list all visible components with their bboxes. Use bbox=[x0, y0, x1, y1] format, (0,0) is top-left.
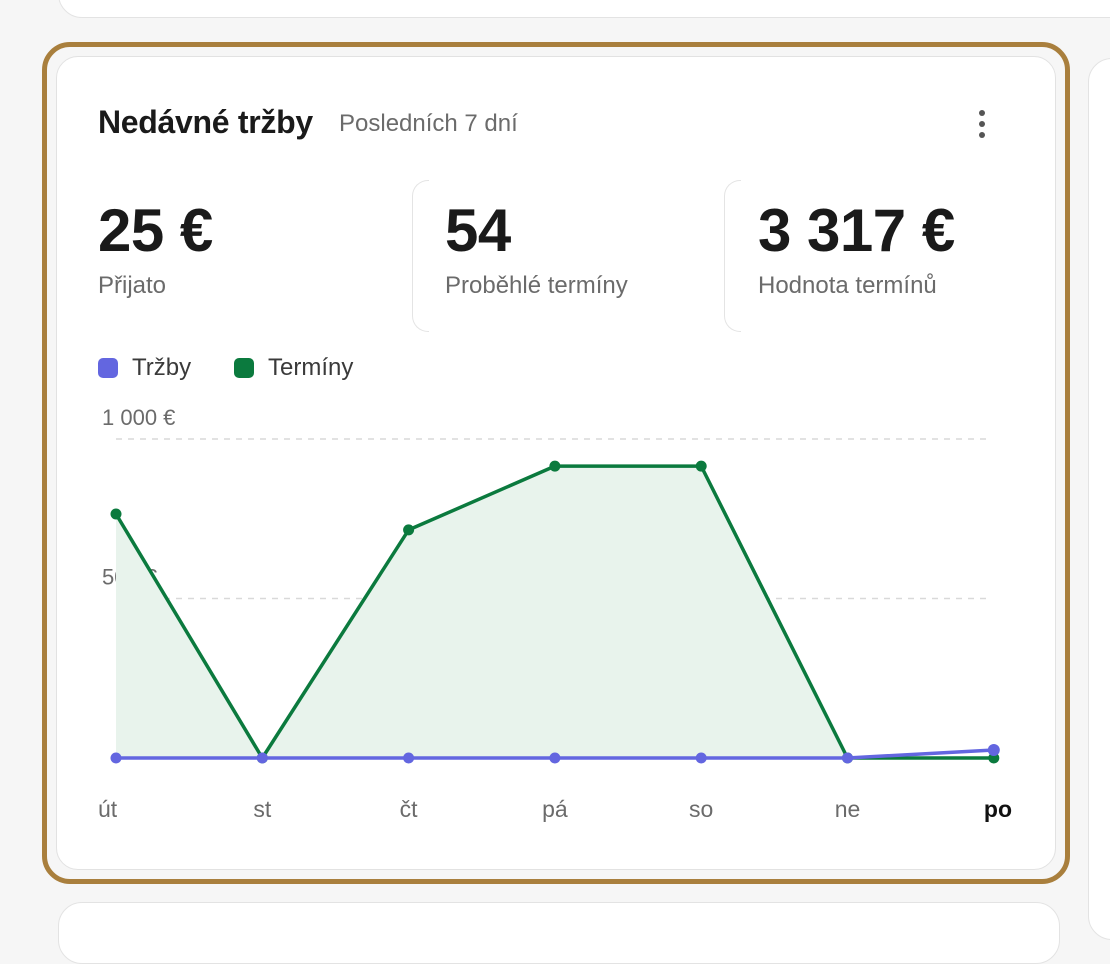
data-point bbox=[842, 752, 853, 764]
x-tick-label: út bbox=[98, 796, 118, 822]
data-point bbox=[110, 752, 122, 764]
data-point bbox=[549, 752, 561, 764]
data-point bbox=[256, 752, 268, 764]
data-point bbox=[695, 752, 707, 764]
x-tick-label: st bbox=[253, 796, 272, 822]
series-area-termíny bbox=[116, 466, 994, 758]
x-tick-label: po bbox=[984, 796, 1012, 822]
x-tick-label: so bbox=[689, 796, 713, 822]
data-point bbox=[403, 524, 415, 536]
x-tick-label: pá bbox=[542, 796, 568, 822]
data-point bbox=[110, 508, 122, 520]
x-tick-label: ne bbox=[835, 796, 861, 822]
data-point bbox=[403, 752, 415, 764]
data-point bbox=[695, 460, 707, 472]
y-tick-label: 1 000 € bbox=[102, 405, 175, 430]
revenue-line-chart: 1 000 €500 €útstčtpásonepo bbox=[98, 405, 1012, 822]
x-tick-label: čt bbox=[400, 796, 419, 822]
data-point bbox=[549, 460, 561, 472]
data-point bbox=[987, 744, 1000, 757]
